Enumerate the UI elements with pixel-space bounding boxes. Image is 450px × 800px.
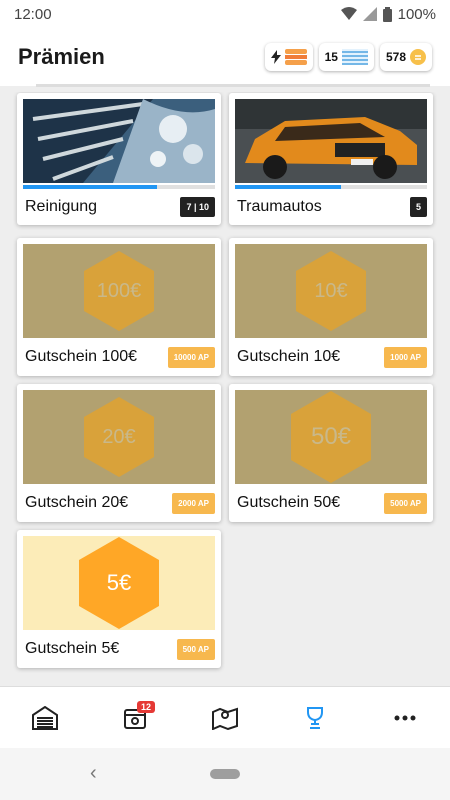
trophy-icon xyxy=(307,706,323,729)
car-image xyxy=(235,99,427,183)
coin-value: 578 xyxy=(385,50,406,64)
voucher-card-5[interactable]: 5€ Gutschein 5€ 500 AP xyxy=(17,530,221,668)
rewards-grid[interactable]: Reinigung 7 | 10 Traumautos 5 100€ Gutsc… xyxy=(0,92,450,686)
back-icon[interactable]: ‹ xyxy=(90,762,97,785)
hexagon-badge: 100€ xyxy=(84,251,154,331)
water-value: 15 xyxy=(324,50,338,64)
map-icon xyxy=(212,707,238,730)
voucher-image: 10€ xyxy=(235,244,427,338)
card-title: Reinigung xyxy=(25,198,98,215)
bottom-navigation: 12 xyxy=(0,686,450,748)
page-title: Prämien xyxy=(18,44,105,69)
voucher-card-50[interactable]: 50€ Gutschein 50€ 5000 AP xyxy=(229,384,433,522)
voucher-title: Gutschein 5€ xyxy=(25,640,120,657)
voucher-title: Gutschein 100€ xyxy=(25,348,138,365)
hexagon-badge: 20€ xyxy=(84,397,154,477)
card-title: Traumautos xyxy=(237,198,322,215)
lightning-icon xyxy=(270,50,281,64)
count-badge: 5 xyxy=(409,197,427,217)
status-bar: 12:00 100% xyxy=(0,0,450,28)
voucher-image: 100€ xyxy=(23,244,215,338)
voucher-card-100[interactable]: 100€ Gutschein 100€ 10000 AP xyxy=(17,238,221,376)
voucher-footer: Gutschein 20€ 2000 AP xyxy=(23,484,215,522)
nav-map[interactable] xyxy=(195,693,255,743)
energy-counter[interactable] xyxy=(264,43,313,71)
water-icon xyxy=(341,49,368,65)
voucher-footer: Gutschein 5€ 500 AP xyxy=(23,630,215,668)
hexagon-badge: 10€ xyxy=(296,251,366,331)
voucher-card-20[interactable]: 20€ Gutschein 20€ 2000 AP xyxy=(17,384,221,522)
coin-counter[interactable]: 578 xyxy=(379,43,432,71)
cleaning-image xyxy=(23,99,215,183)
voucher-image: 50€ xyxy=(235,390,427,484)
coin-icon xyxy=(410,49,426,65)
voucher-image: 5€ xyxy=(23,536,215,630)
notification-badge: 12 xyxy=(136,700,155,713)
nav-rewards[interactable] xyxy=(285,693,345,743)
voucher-footer: Gutschein 50€ 5000 AP xyxy=(235,484,427,522)
battery-text: 100% xyxy=(397,5,436,23)
water-counter[interactable]: 15 xyxy=(318,43,374,71)
wifi-icon xyxy=(340,7,357,20)
system-navigation: ‹ xyxy=(0,748,450,800)
cost-badge: 10000 AP xyxy=(167,346,215,368)
counters: 15 578 xyxy=(264,43,432,71)
garage-icon xyxy=(32,705,58,730)
header-divider xyxy=(36,84,430,87)
voucher-image: 20€ xyxy=(23,390,215,484)
voucher-footer: Gutschein 100€ 10000 AP xyxy=(23,338,215,376)
count-badge: 7 | 10 xyxy=(180,197,215,217)
nav-calendar[interactable]: 12 xyxy=(105,693,165,743)
reward-card-traumautos[interactable]: Traumautos 5 xyxy=(229,93,433,225)
battery-icon xyxy=(382,6,392,22)
progress-fill xyxy=(23,185,158,189)
cost-badge: 5000 AP xyxy=(384,492,427,514)
progress-bar xyxy=(235,185,427,189)
voucher-title: Gutschein 10€ xyxy=(237,348,341,365)
voucher-footer: Gutschein 10€ 1000 AP xyxy=(235,338,427,376)
voucher-title: Gutschein 20€ xyxy=(25,494,129,511)
reward-card-reinigung[interactable]: Reinigung 7 | 10 xyxy=(17,93,221,225)
nav-garage[interactable] xyxy=(15,693,75,743)
card-footer: Reinigung 7 | 10 xyxy=(23,189,215,225)
signal-icon xyxy=(362,7,377,21)
nav-more[interactable] xyxy=(375,693,435,743)
cost-badge: 2000 AP xyxy=(172,492,215,514)
voucher-title: Gutschein 50€ xyxy=(237,494,341,511)
status-icons: 100% xyxy=(340,5,436,23)
progress-bar xyxy=(23,185,215,189)
home-pill[interactable] xyxy=(210,769,240,779)
voucher-card-10[interactable]: 10€ Gutschein 10€ 1000 AP xyxy=(229,238,433,376)
progress-fill xyxy=(235,185,341,189)
burger-stack-icon xyxy=(284,49,307,65)
card-footer: Traumautos 5 xyxy=(235,189,427,225)
cost-badge: 500 AP xyxy=(176,638,215,660)
more-icon xyxy=(394,715,416,720)
status-time: 12:00 xyxy=(14,5,52,23)
hexagon-badge: 50€ xyxy=(291,391,371,483)
cost-badge: 1000 AP xyxy=(384,346,427,368)
hexagon-badge: 5€ xyxy=(79,537,159,629)
app-header: Prämien 15 578 xyxy=(0,28,450,86)
